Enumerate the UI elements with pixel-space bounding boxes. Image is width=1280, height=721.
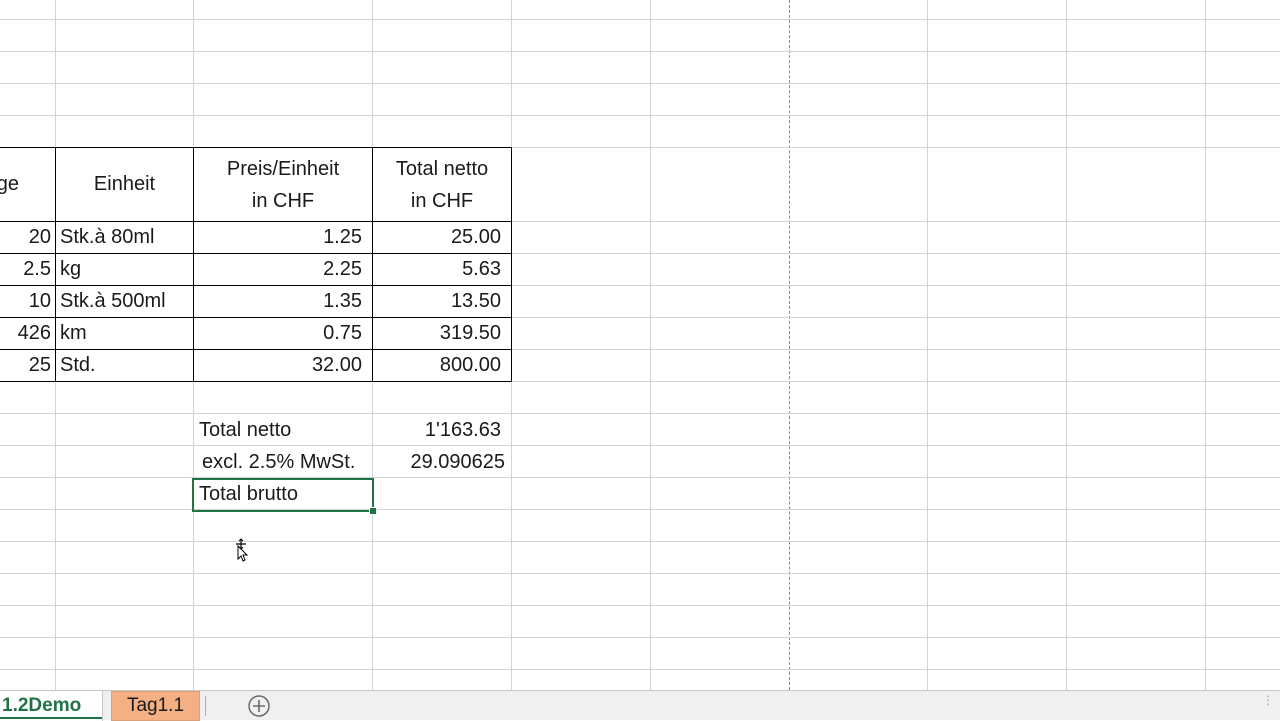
page-break-line [789, 0, 790, 690]
header-preis-line1: Preis/Einheit [226, 157, 340, 180]
cell-menge[interactable]: 2.5 [0, 253, 56, 286]
fill-handle[interactable] [369, 507, 377, 515]
row-divider [0, 669, 1280, 670]
cell-menge[interactable]: 10 [0, 285, 56, 318]
total-netto-label[interactable]: Total netto [194, 414, 372, 446]
cell-menge[interactable]: 426 [0, 317, 56, 350]
row-divider [0, 637, 1280, 638]
row-divider [0, 115, 1280, 116]
cell-total[interactable]: 319.50 [372, 317, 512, 350]
cell-total[interactable]: 800.00 [372, 349, 512, 382]
cell-preis[interactable]: 1.35 [193, 285, 373, 318]
row-divider [0, 83, 1280, 84]
cell-menge[interactable]: 25 [0, 349, 56, 382]
cell-menge[interactable]: 20 [0, 221, 56, 254]
row-divider [0, 541, 1280, 542]
column-divider [1066, 0, 1067, 690]
header-total-line2: in CHF [410, 189, 474, 212]
cell-total[interactable]: 25.00 [372, 221, 512, 254]
sheet-tab-tag1-1[interactable]: Tag1.1 [111, 691, 200, 721]
cell-einheit[interactable]: Stk.à 80ml [55, 221, 194, 254]
cell-total[interactable]: 13.50 [372, 285, 512, 318]
sheet-tab-bar: 1.2Demo Tag1.1 ⋮ [0, 690, 1280, 721]
column-divider [650, 0, 651, 690]
header-menge-text: ge [0, 173, 19, 195]
tab-bar-splitter-handle[interactable]: ⋮ [1262, 694, 1274, 715]
header-cell-menge[interactable]: ge [0, 147, 56, 222]
header-preis-line2: in CHF [251, 189, 315, 212]
tab-separator [205, 696, 206, 716]
cell-preis[interactable]: 32.00 [193, 349, 373, 382]
mwst-value[interactable]: 29.090625 [373, 446, 511, 478]
mwst-label[interactable]: excl. 2.5% MwSt. [194, 446, 372, 478]
cell-preis[interactable]: 1.25 [193, 221, 373, 254]
cell-einheit[interactable]: Stk.à 500ml [55, 285, 194, 318]
cell-einheit[interactable]: Std. [55, 349, 194, 382]
cell-preis[interactable]: 0.75 [193, 317, 373, 350]
header-cell-einheit[interactable]: Einheit [55, 147, 194, 222]
cell-total[interactable]: 5.63 [372, 253, 512, 286]
header-einheit-text: Einheit [93, 173, 156, 195]
column-divider [1205, 0, 1206, 690]
plus-circle-icon[interactable] [247, 694, 271, 718]
spreadsheet-grid[interactable]: ge Einheit Preis/Einheit in CHF Total ne… [0, 0, 1280, 690]
row-divider [0, 51, 1280, 52]
active-cell-selection [192, 478, 374, 512]
header-cell-total[interactable]: Total netto in CHF [372, 147, 512, 222]
row-divider [0, 413, 1280, 414]
move-cursor-icon [236, 538, 249, 562]
row-divider [0, 573, 1280, 574]
header-cell-preis[interactable]: Preis/Einheit in CHF [193, 147, 373, 222]
cell-einheit[interactable]: kg [55, 253, 194, 286]
cell-preis[interactable]: 2.25 [193, 253, 373, 286]
total-netto-value[interactable]: 1'163.63 [373, 414, 511, 446]
row-divider [0, 605, 1280, 606]
cell-einheit[interactable]: km [55, 317, 194, 350]
row-divider [0, 445, 1280, 446]
column-divider [927, 0, 928, 690]
header-total-line1: Total netto [395, 157, 489, 180]
row-divider [0, 19, 1280, 20]
sheet-tab-active[interactable]: 1.2Demo [0, 691, 103, 721]
